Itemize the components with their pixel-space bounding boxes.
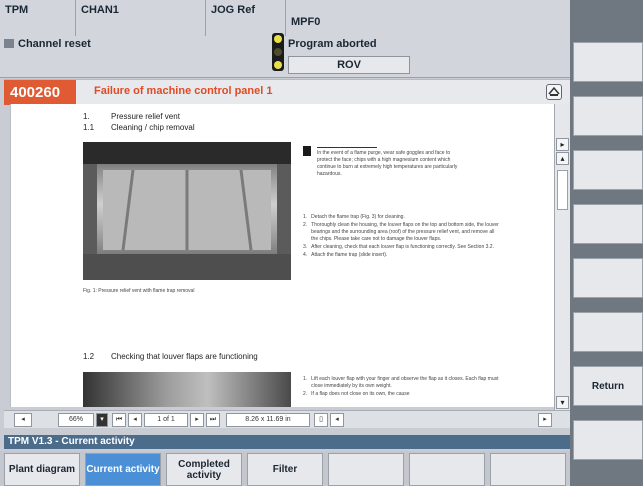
channel-status-text: Channel reset	[18, 38, 91, 50]
step-item: 1. Detach the flame trap (Fig. 3) for cle…	[303, 214, 405, 220]
subsection-title: Cleaning / chip removal	[111, 123, 195, 132]
subsection-number: 1.2	[83, 352, 95, 361]
back-arrow-icon[interactable]: ◂	[14, 413, 32, 427]
scroll-right-icon[interactable]: ▸	[538, 413, 552, 427]
vertical-softkey-1[interactable]	[573, 42, 643, 82]
scroll-page-next-icon[interactable]: ▸	[556, 138, 569, 151]
softkey-empty-5[interactable]	[328, 453, 404, 486]
figure-caption: Fig. 1: Pressure relief vent with flame …	[83, 288, 195, 294]
flame-trap-photo	[83, 142, 291, 280]
vertical-softkey-8[interactable]	[573, 420, 643, 460]
step-item: 2. Thoroughly clean the housing, the louv…	[303, 222, 499, 242]
step-item: 2. If a flap does not close on its own, t…	[303, 391, 410, 397]
toolbar-icon[interactable]: ◂	[330, 413, 344, 427]
page-indicator[interactable]: 1 of 1	[144, 413, 188, 427]
toolbar-icon[interactable]: ▯	[314, 413, 328, 427]
softkey-plant-diagram[interactable]: Plant diagram	[4, 453, 80, 486]
next-page-icon[interactable]: ▸	[190, 413, 204, 427]
subsection-number: 1.1	[83, 123, 95, 132]
scroll-down-icon[interactable]: ▾	[556, 396, 569, 409]
traffic-light-icon	[272, 33, 284, 71]
program-status: Program aborted	[288, 38, 377, 50]
louver-flap-photo	[83, 372, 291, 407]
last-page-icon[interactable]: ⏭	[206, 413, 220, 427]
header-area: TPM CHAN1 JOG Ref MPF0 Channel reset Pro…	[0, 0, 570, 78]
note-icon	[303, 146, 311, 156]
steps-list-2: 1. Lift each louver flap with your finger…	[303, 376, 499, 398]
channel-label: CHAN1	[76, 0, 206, 36]
note-rule	[317, 147, 377, 148]
document-scrollbar[interactable]: ▸ ▴ ▾	[554, 104, 570, 410]
vertical-softkey-6[interactable]	[573, 312, 643, 352]
pdf-toolbar: ◂ 66% ▾ ⏮ ◂ 1 of 1 ▸ ⏭ 8.26 x 11.69 in ▯…	[4, 410, 570, 428]
alarm-text: Failure of machine control panel 1	[94, 85, 273, 97]
reset-icon	[4, 39, 14, 48]
section-number: 1.	[83, 112, 90, 121]
status-bar: TPM V1.3 - Current activity	[4, 435, 570, 449]
acknowledge-alarm-icon[interactable]	[546, 84, 562, 100]
return-button[interactable]: Return	[573, 366, 643, 406]
status-text: TPM V1.3 - Current activity	[8, 436, 135, 447]
jog-ref-label: JOG Ref	[206, 0, 286, 36]
softkey-empty-7[interactable]	[490, 453, 566, 486]
horizontal-softkey-bar: Plant diagram Current activity Completed…	[0, 451, 570, 486]
vertical-softkey-2[interactable]	[573, 96, 643, 136]
document-viewer[interactable]: 1. Pressure relief vent 1.1 Cleaning / c…	[10, 104, 556, 407]
softkey-current-activity[interactable]: Current activity	[85, 453, 161, 486]
mode-label: TPM	[0, 0, 76, 36]
alarm-code: 400260	[4, 80, 76, 105]
scroll-thumb[interactable]	[557, 170, 568, 210]
rov-indicator: ROV	[288, 56, 410, 74]
zoom-field[interactable]: 66%	[58, 413, 94, 427]
zoom-dropdown-icon[interactable]: ▾	[96, 413, 108, 427]
vertical-softkey-3[interactable]	[573, 150, 643, 190]
vertical-softkey-bar: Return	[570, 0, 643, 486]
prev-page-icon[interactable]: ◂	[128, 413, 142, 427]
scroll-up-icon[interactable]: ▴	[556, 152, 569, 165]
alarm-line: 400260 Failure of machine control panel …	[4, 79, 570, 105]
subsection-title: Checking that louver flaps are functioni…	[111, 352, 258, 361]
program-name: MPF0	[291, 16, 321, 28]
step-item: 3. After cleaning, check that each louver…	[303, 244, 494, 250]
channel-status: Channel reset	[4, 38, 91, 58]
softkey-empty-6[interactable]	[409, 453, 485, 486]
warning-note: In the event of a flame purge, wear safe…	[317, 150, 458, 177]
steps-list: 1. Detach the flame trap (Fig. 3) for cle…	[303, 214, 499, 259]
vertical-softkey-4[interactable]	[573, 204, 643, 244]
step-item: 1. Lift each louver flap with your finger…	[303, 376, 499, 389]
step-item: 4. Attach the flame trap (slide insert).	[303, 252, 388, 258]
first-page-icon[interactable]: ⏮	[112, 413, 126, 427]
page-size-field: 8.26 x 11.69 in	[226, 413, 310, 427]
vertical-softkey-5[interactable]	[573, 258, 643, 298]
softkey-completed-activity[interactable]: Completed activity	[166, 453, 242, 486]
section-title: Pressure relief vent	[111, 112, 180, 121]
softkey-filter[interactable]: Filter	[247, 453, 323, 486]
